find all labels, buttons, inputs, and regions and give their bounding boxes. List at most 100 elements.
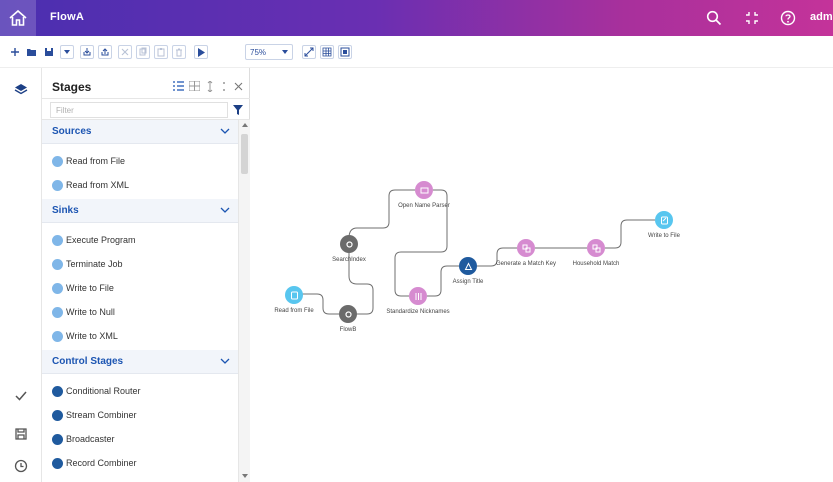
- stage-item-read-from-file[interactable]: Read from File: [42, 150, 238, 173]
- list-view-button[interactable]: [172, 80, 184, 92]
- node-assign-title[interactable]: [459, 257, 477, 275]
- search-button[interactable]: [704, 8, 724, 28]
- filter-bar: [42, 98, 250, 120]
- file-sink-icon: [52, 283, 63, 294]
- node-open-name-parser[interactable]: [415, 181, 433, 199]
- network-icon: [464, 261, 472, 270]
- layers-icon: [14, 84, 28, 95]
- connection-line[interactable]: [348, 189, 415, 239]
- grid-view-button[interactable]: [188, 80, 200, 92]
- node-label: SearchIndex: [332, 257, 366, 263]
- node-flowb[interactable]: [339, 305, 357, 323]
- layout-button[interactable]: [338, 45, 352, 59]
- node-search-index[interactable]: [340, 235, 358, 253]
- drag-handle[interactable]: [218, 80, 230, 92]
- copy-button[interactable]: [136, 45, 150, 59]
- stage-item-label: Execute Program: [66, 235, 136, 245]
- scroll-up-icon[interactable]: [242, 123, 248, 127]
- plus-icon: [11, 48, 19, 56]
- save-icon: [15, 428, 27, 440]
- play-icon: [198, 47, 205, 57]
- folder-icon: [26, 49, 36, 56]
- check-icon: [15, 391, 27, 401]
- delete-button[interactable]: [172, 45, 186, 59]
- node-label: Standardize Nicknames: [386, 309, 450, 315]
- connections-layer: [302, 189, 655, 315]
- stage-item-write-to-file[interactable]: Write to File: [42, 277, 238, 300]
- node-label: Assign Title: [452, 279, 484, 285]
- search-icon: [706, 10, 722, 26]
- title-bar: FlowA admi: [0, 0, 833, 36]
- fullscreen-button[interactable]: [742, 8, 762, 28]
- copy-icon: [139, 47, 147, 56]
- chevron-down-icon: [282, 50, 288, 54]
- stages-panel: Stages Filter Sources Read from File Rea…: [42, 68, 250, 482]
- fit-button[interactable]: [302, 45, 316, 59]
- stage-item-execute-program[interactable]: Execute Program: [42, 229, 238, 252]
- add-button[interactable]: [8, 45, 22, 59]
- import-button[interactable]: [80, 45, 94, 59]
- stage-item-broadcaster[interactable]: Broadcaster: [42, 428, 238, 451]
- stage-item-label: Read from File: [66, 156, 126, 166]
- stage-item-record-combiner[interactable]: Record Combiner: [42, 452, 238, 475]
- scroll-thumb[interactable]: [241, 134, 248, 174]
- filter-button[interactable]: [231, 103, 245, 117]
- chevron-down-icon: [220, 128, 230, 134]
- stage-item-terminate-job[interactable]: Terminate Job: [42, 253, 238, 276]
- home-button[interactable]: [0, 0, 36, 36]
- stage-item-write-to-null[interactable]: Write to Null: [42, 301, 238, 324]
- sort-button[interactable]: [204, 80, 216, 92]
- open-button[interactable]: [24, 45, 38, 59]
- user-menu[interactable]: admi: [810, 11, 833, 23]
- stage-item-conditional-router[interactable]: Conditional Router: [42, 380, 238, 403]
- stage-item-label: Terminate Job: [66, 259, 123, 269]
- home-icon: [9, 9, 27, 26]
- close-panel-button[interactable]: [232, 80, 244, 92]
- stage-item-read-from-xml[interactable]: Read from XML: [42, 174, 238, 197]
- zoom-select[interactable]: 75%: [245, 44, 293, 60]
- run-button[interactable]: [194, 45, 208, 59]
- help-button[interactable]: [778, 8, 798, 28]
- node-read-from-file[interactable]: [285, 286, 303, 304]
- paste-button[interactable]: [154, 45, 168, 59]
- filter-input[interactable]: [50, 102, 228, 118]
- node-label: Read from File: [274, 308, 314, 314]
- scroll-down-icon[interactable]: [242, 474, 248, 478]
- node-label: Open Name Parser: [398, 203, 450, 209]
- grid-button[interactable]: [320, 45, 334, 59]
- filter-icon: [233, 105, 243, 115]
- app-window: FlowA admi: [0, 0, 833, 482]
- section-sources[interactable]: Sources: [42, 120, 238, 144]
- record-combiner-icon: [52, 458, 63, 469]
- caret-down-icon: [64, 50, 70, 54]
- validate-button[interactable]: [11, 386, 31, 406]
- panel-title: Stages: [52, 80, 92, 94]
- save-button[interactable]: [42, 45, 56, 59]
- cut-icon: [121, 48, 129, 56]
- cut-button[interactable]: [118, 45, 132, 59]
- save-dropdown[interactable]: [60, 45, 74, 59]
- node-standardize-nicknames[interactable]: [409, 287, 427, 305]
- history-button[interactable]: [11, 456, 31, 476]
- panel-scrollbar[interactable]: [238, 120, 250, 482]
- layers-button[interactable]: [11, 80, 31, 100]
- stages-list: Sources Read from File Read from XML Sin…: [42, 120, 238, 482]
- node-household-match[interactable]: [587, 239, 605, 257]
- panel-tools: [172, 80, 248, 94]
- save-panel-button[interactable]: [11, 424, 31, 444]
- section-sinks[interactable]: Sinks: [42, 199, 238, 223]
- stage-item-label: Read from XML: [66, 180, 130, 190]
- section-control-stages[interactable]: Control Stages: [42, 350, 238, 374]
- node-generate-match-key[interactable]: [517, 239, 535, 257]
- export-button[interactable]: [98, 45, 112, 59]
- section-label: Sources: [52, 126, 92, 137]
- more-vertical-icon: [223, 81, 225, 91]
- stage-item-write-to-xml[interactable]: Write to XML: [42, 325, 238, 348]
- stage-item-stream-combiner[interactable]: Stream Combiner: [42, 404, 238, 427]
- file-source-icon: [290, 291, 298, 299]
- node-write-to-file[interactable]: [655, 211, 673, 229]
- gear-icon: [344, 310, 352, 318]
- node-label: Write to File: [648, 233, 680, 239]
- section-label: Sinks: [52, 205, 79, 216]
- flow-canvas[interactable]: Read from File FlowB SearchIndex Open Na…: [251, 68, 833, 482]
